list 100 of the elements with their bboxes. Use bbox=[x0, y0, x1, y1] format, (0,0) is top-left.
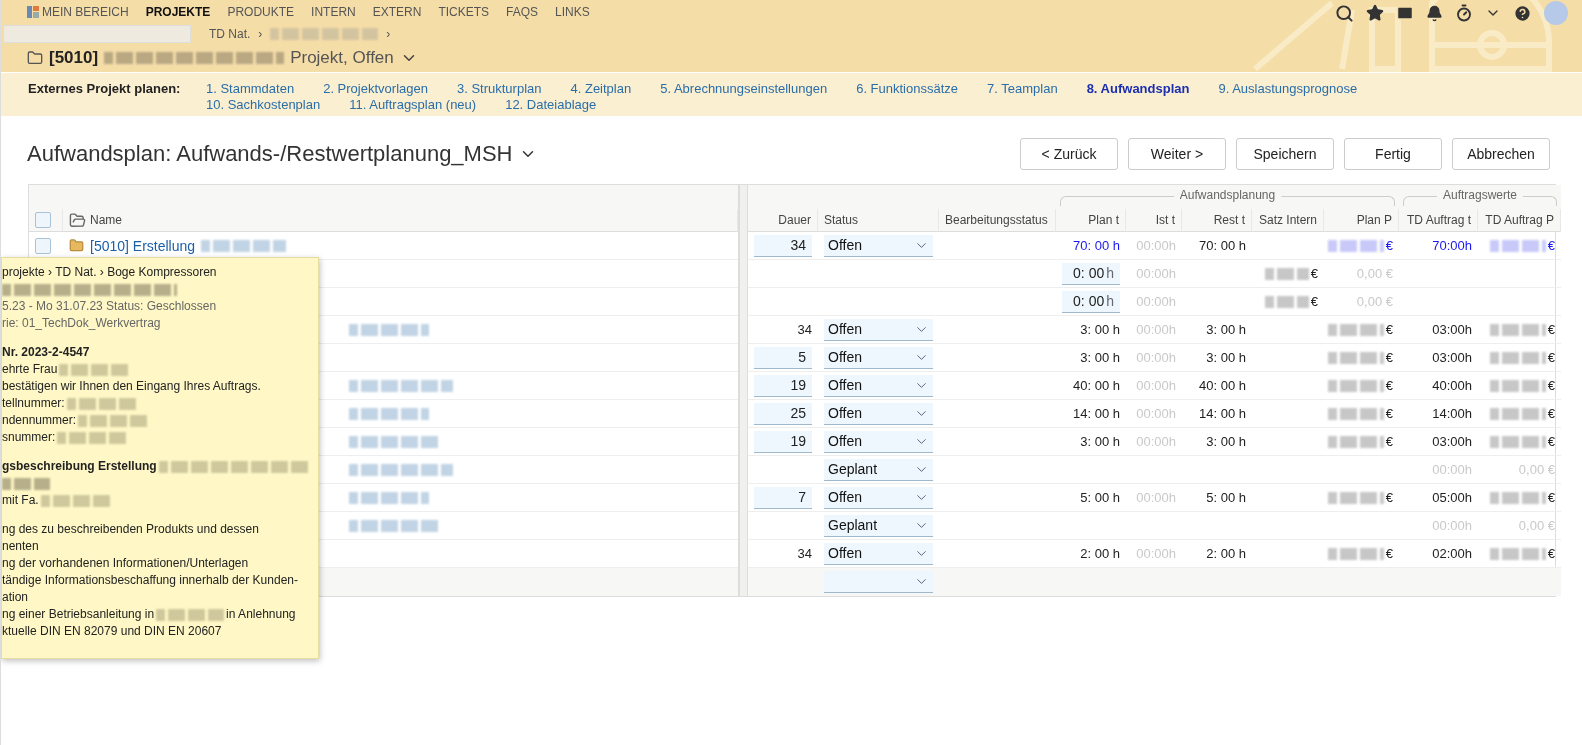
step-link[interactable]: 6. Funktionssätze bbox=[856, 81, 959, 96]
table-cell: € bbox=[1385, 546, 1393, 561]
nav-item[interactable]: TICKETS bbox=[438, 4, 490, 19]
step-link[interactable]: 10. Sachkostenplan bbox=[206, 97, 321, 112]
blurred-text bbox=[1489, 491, 1546, 504]
input-field[interactable]: 19 bbox=[754, 374, 812, 397]
status-select[interactable]: Geplant bbox=[824, 514, 933, 537]
blurred-text bbox=[1327, 407, 1384, 420]
pane-splitter[interactable] bbox=[738, 185, 748, 232]
status-select[interactable]: Offen bbox=[824, 402, 933, 425]
avatar[interactable] bbox=[1544, 1, 1568, 25]
column-header[interactable]: Bearbeitungsstatus bbox=[939, 209, 1056, 232]
table-cell: 03:00h bbox=[1432, 322, 1472, 337]
status-select[interactable]: Offen bbox=[824, 234, 933, 257]
blurred-text bbox=[1489, 323, 1546, 336]
column-header[interactable]: TD Auftrag t bbox=[1399, 209, 1478, 232]
nav-item[interactable]: PROJEKTE bbox=[145, 4, 211, 19]
status-select[interactable]: Offen bbox=[824, 542, 933, 565]
table-cell: € bbox=[1547, 238, 1555, 253]
column-header[interactable]: Plan t bbox=[1056, 209, 1126, 232]
input-field[interactable]: 0: 00 h bbox=[1062, 262, 1120, 285]
checkbox[interactable] bbox=[35, 212, 51, 228]
table-cell: € bbox=[1310, 266, 1318, 281]
nav-item[interactable]: FAQS bbox=[506, 4, 539, 19]
step-link[interactable]: 2. Projektvorlagen bbox=[323, 81, 428, 96]
status-select[interactable]: Offen bbox=[824, 430, 933, 453]
blurred-text bbox=[40, 494, 111, 507]
input-field[interactable]: 7 bbox=[754, 486, 812, 509]
column-header[interactable]: Satz Intern bbox=[1252, 209, 1324, 232]
input-field[interactable]: 19 bbox=[754, 430, 812, 453]
input-field[interactable]: 0: 00 h bbox=[1062, 290, 1120, 313]
action-button[interactable]: Fertig bbox=[1344, 138, 1442, 170]
nav-item[interactable]: MEIN BEREICH bbox=[27, 4, 129, 19]
table-cell: € bbox=[1547, 378, 1555, 393]
nav-item[interactable]: PRODUKTE bbox=[227, 4, 295, 19]
bell-icon[interactable] bbox=[1426, 4, 1443, 22]
blurred-text bbox=[78, 414, 149, 427]
breadcrumb-separator: › bbox=[258, 27, 263, 41]
table-cell: € bbox=[1385, 350, 1393, 365]
row-name-link[interactable]: [5010] Erstellung bbox=[90, 237, 196, 254]
step-link[interactable]: 7. Teamplan bbox=[987, 81, 1058, 96]
table-cell: 70: 00 h bbox=[1199, 238, 1246, 253]
input-field[interactable]: 34 bbox=[754, 234, 812, 257]
step-link[interactable]: 4. Zeitplan bbox=[570, 81, 632, 96]
action-button[interactable]: Abbrechen bbox=[1452, 138, 1550, 170]
mail-icon[interactable] bbox=[1396, 4, 1414, 22]
status-select[interactable]: Offen bbox=[824, 486, 933, 509]
input-field[interactable]: 5 bbox=[754, 346, 812, 369]
step-link[interactable]: 8. Aufwandsplan bbox=[1086, 81, 1190, 96]
step-link[interactable]: 5. Abrechnungseinstellungen bbox=[660, 81, 828, 96]
tooltip-text: ng der vorhandenen Informationen/Unterlagen bbox=[2, 555, 249, 572]
action-button[interactable]: Weiter > bbox=[1128, 138, 1226, 170]
column-header[interactable]: Plan P bbox=[1324, 209, 1399, 232]
action-button[interactable]: < Zurück bbox=[1020, 138, 1118, 170]
project-number: [5010] bbox=[49, 48, 99, 68]
search-icon[interactable] bbox=[1335, 3, 1354, 23]
nav-item[interactable]: LINKS bbox=[555, 4, 590, 19]
blurred-text bbox=[57, 431, 128, 444]
table-cell: € bbox=[1385, 378, 1393, 393]
column-header[interactable]: Status bbox=[818, 209, 939, 232]
blurred-text bbox=[1489, 435, 1546, 448]
pane-splitter[interactable] bbox=[738, 568, 748, 596]
status-select[interactable] bbox=[824, 571, 933, 593]
status-select[interactable]: Geplant bbox=[824, 458, 933, 481]
table-cell: € bbox=[1547, 350, 1555, 365]
project-status: Projekt, Offen bbox=[290, 48, 394, 68]
column-header: Name bbox=[90, 213, 122, 227]
column-header[interactable]: Rest t bbox=[1182, 209, 1252, 232]
nav-item[interactable]: EXTERN bbox=[372, 4, 422, 19]
table-cell: 3: 00 h bbox=[1206, 434, 1246, 449]
star-icon[interactable] bbox=[1366, 4, 1384, 22]
action-button[interactable]: Speichern bbox=[1236, 138, 1334, 170]
page-title: Aufwandsplan: Aufwands-/Restwertplanung_MSH bbox=[27, 141, 513, 167]
step-link[interactable]: 3. Strukturplan bbox=[456, 81, 542, 96]
step-link[interactable]: 12. Dateiablage bbox=[505, 97, 597, 112]
tooltip-text: mit Fa. bbox=[2, 492, 39, 509]
step-link[interactable]: 9. Auslastungsprognose bbox=[1218, 81, 1358, 96]
table-cell: 05:00h bbox=[1432, 490, 1472, 505]
input-field[interactable]: 25 bbox=[754, 402, 812, 425]
group-label: Auftragswerte bbox=[1437, 188, 1523, 202]
stopwatch-icon[interactable] bbox=[1455, 4, 1473, 22]
help-icon[interactable] bbox=[1513, 3, 1532, 23]
status-select[interactable]: Offen bbox=[824, 318, 933, 341]
table-cell: € bbox=[1385, 406, 1393, 421]
checkbox[interactable] bbox=[35, 237, 51, 254]
breadcrumb-item[interactable]: TD Nat. bbox=[209, 27, 251, 41]
step-link[interactable]: 1. Stammdaten bbox=[206, 81, 295, 96]
column-header[interactable]: TD Auftrag P bbox=[1478, 209, 1561, 232]
table-cell: 70:00h bbox=[1432, 238, 1472, 253]
status-select[interactable]: Offen bbox=[824, 346, 933, 369]
step-link[interactable]: 11. Auftragsplan (neu) bbox=[349, 97, 477, 112]
table-cell: 14: 00 h bbox=[1073, 406, 1120, 421]
column-header[interactable]: Ist t bbox=[1126, 209, 1182, 232]
tooltip-text: snummer: bbox=[2, 429, 56, 446]
table-cell: € bbox=[1547, 490, 1555, 505]
tooltip-text: ng einer Betriebsanleitung in bbox=[2, 606, 155, 623]
nav-item[interactable]: INTERN bbox=[311, 4, 356, 19]
status-select[interactable]: Offen bbox=[824, 374, 933, 397]
table-cell: 34 bbox=[797, 322, 812, 337]
column-header[interactable]: Dauer bbox=[748, 209, 818, 232]
